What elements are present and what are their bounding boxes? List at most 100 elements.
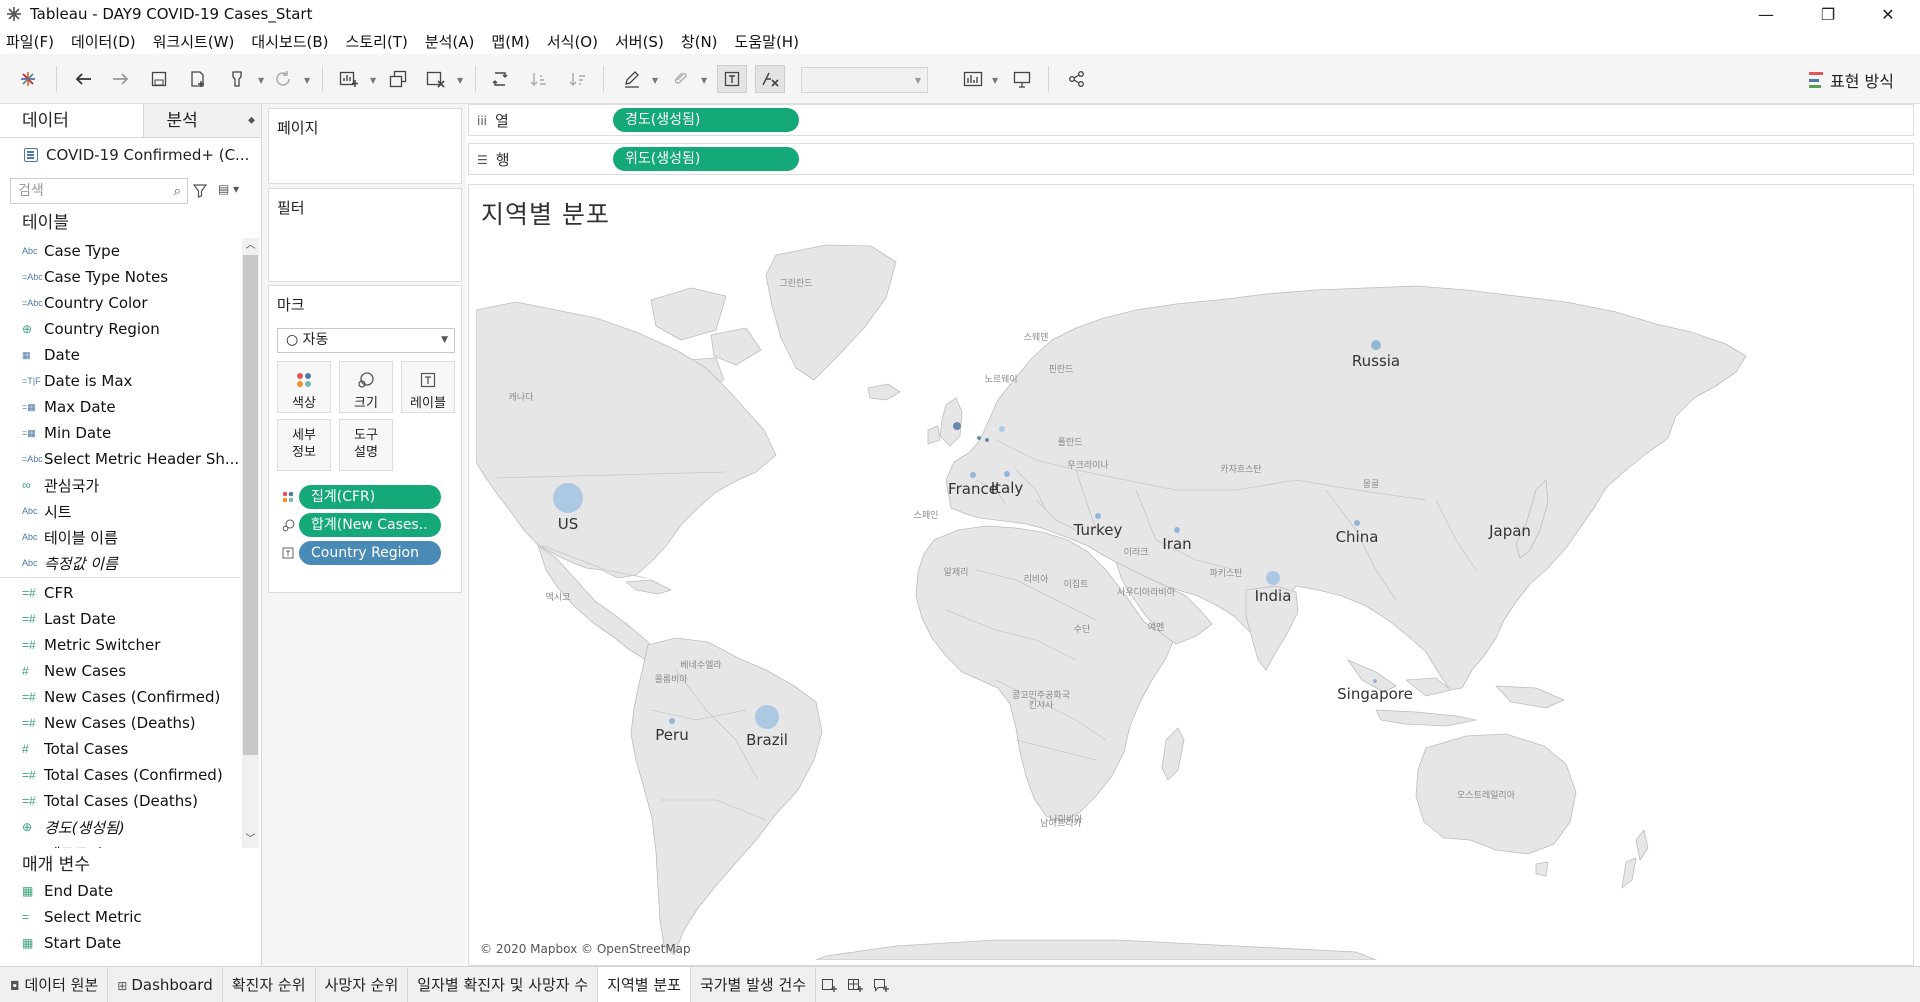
menu-analysis[interactable]: 분석(A) xyxy=(425,31,475,52)
map-mark-turkey[interactable] xyxy=(1095,513,1101,519)
show-me-button[interactable]: 표현 방식 xyxy=(1809,68,1894,92)
parameter-item[interactable]: = Select Metric xyxy=(0,904,240,930)
map-mark-peru[interactable] xyxy=(669,718,675,724)
menu-data[interactable]: 데이터(D) xyxy=(71,31,136,52)
menu-story[interactable]: 스토리(T) xyxy=(346,31,408,52)
measure-item[interactable]: # New Cases xyxy=(0,658,240,684)
dimension-item[interactable]: =Abc Case Type Notes xyxy=(0,264,240,290)
measure-item[interactable]: # Total Cases xyxy=(0,736,240,762)
group-icon[interactable] xyxy=(665,65,695,93)
measure-item[interactable]: =# Last Date xyxy=(0,606,240,632)
map-mark-india[interactable] xyxy=(1266,571,1280,585)
fit-dropdown[interactable]: ▼ xyxy=(801,67,928,93)
presentation-bar-icon[interactable] xyxy=(958,65,988,93)
marks-pill-new-cases[interactable]: 합계(New Cases.. xyxy=(299,513,441,537)
clear-sheet-icon[interactable] xyxy=(421,65,451,93)
map-mark[interactable] xyxy=(953,422,961,430)
map-mark-us[interactable] xyxy=(553,483,583,513)
dimension-item[interactable]: =▦ Max Date xyxy=(0,394,240,420)
tab-confirmed-rank[interactable]: 확진자 순위 xyxy=(223,966,316,1002)
menu-dashboard[interactable]: 대시보드(B) xyxy=(251,31,328,52)
chevron-down-icon[interactable]: ▼ xyxy=(370,76,376,85)
map-mark-iran[interactable] xyxy=(1174,527,1180,533)
tab-data-source[interactable]: ◘ 데이터 원본 xyxy=(0,966,109,1002)
menu-server[interactable]: 서버(S) xyxy=(615,31,664,52)
sort-ascending-icon[interactable] xyxy=(524,65,554,93)
tab-analysis[interactable]: 분석 ⬥ xyxy=(143,104,261,137)
tab-daily-cases[interactable]: 일자별 확진자 및 사망자 수 xyxy=(408,966,599,1002)
show-labels-icon[interactable] xyxy=(717,65,747,93)
rows-pill[interactable]: 위도(생성됨) xyxy=(613,147,799,171)
measure-item[interactable]: =# New Cases (Deaths) xyxy=(0,710,240,736)
save-icon[interactable] xyxy=(144,65,174,93)
chevron-down-icon[interactable]: ▼ xyxy=(992,76,998,85)
detail-button[interactable]: 세부 정보 xyxy=(277,419,331,471)
dimension-item[interactable]: =Abc Select Metric Header Sh... xyxy=(0,446,240,472)
filters-card[interactable]: 필터 xyxy=(268,188,462,282)
marks-pill-country-region[interactable]: Country Region xyxy=(299,541,441,565)
measure-item[interactable]: =# CFR xyxy=(0,580,240,606)
chevron-down-icon[interactable]: ▼ xyxy=(701,76,707,85)
datasource-item[interactable]: COVID-19 Confirmed+ (C... xyxy=(0,138,261,172)
parameter-item[interactable]: ▦ End Date xyxy=(0,878,240,904)
menu-worksheet[interactable]: 워크시트(W) xyxy=(153,31,235,52)
chevron-down-icon[interactable]: ▼ xyxy=(258,76,264,85)
new-story-tab-icon[interactable] xyxy=(868,967,894,1002)
map-mark[interactable] xyxy=(985,438,989,442)
tableau-home-icon[interactable] xyxy=(13,65,43,93)
measure-item[interactable]: =# New Cases (Confirmed) xyxy=(0,684,240,710)
new-worksheet-icon[interactable] xyxy=(334,65,364,93)
dimension-item[interactable]: Abc 시트 xyxy=(0,498,240,524)
share-icon[interactable] xyxy=(1062,65,1092,93)
tab-data[interactable]: 데이터 xyxy=(0,104,143,137)
map-mark[interactable] xyxy=(999,426,1005,432)
marks-pill-cfr[interactable]: 집계(CFR) xyxy=(299,485,441,509)
menu-map[interactable]: 맵(M) xyxy=(491,31,529,52)
dimension-item[interactable]: Abc 측정값 이름 xyxy=(0,550,240,576)
menu-format[interactable]: 서식(O) xyxy=(547,31,598,52)
presentation-mode-icon[interactable] xyxy=(1007,65,1037,93)
menu-window[interactable]: 창(N) xyxy=(681,31,718,52)
chevron-up-icon[interactable]: ︿ xyxy=(242,238,259,254)
new-worksheet-tab-icon[interactable] xyxy=(816,967,842,1002)
dimension-item[interactable]: ∞ 관심국가 xyxy=(0,472,240,498)
size-button[interactable]: 크기 xyxy=(339,361,393,413)
dimension-item[interactable]: Abc Case Type xyxy=(0,238,240,264)
pause-update-icon[interactable] xyxy=(222,65,252,93)
restore-button[interactable]: ❐ xyxy=(1798,0,1858,28)
rows-shelf[interactable]: ☰ 행 위도(생성됨) xyxy=(468,143,1914,175)
map-mark-china[interactable] xyxy=(1354,520,1360,526)
chevron-down-icon[interactable]: ▼ xyxy=(304,76,310,85)
search-input[interactable]: 검색 ⌕ xyxy=(10,178,188,204)
map-mark-france[interactable] xyxy=(970,472,976,478)
measure-item[interactable]: =# Metric Switcher xyxy=(0,632,240,658)
map-mark-italy[interactable] xyxy=(1004,471,1010,477)
mark-type-dropdown[interactable]: ○ 자동 ▼ xyxy=(277,328,455,353)
duplicate-sheet-icon[interactable] xyxy=(383,65,413,93)
measure-item[interactable]: =# Total Cases (Deaths) xyxy=(0,788,240,814)
menu-help[interactable]: 도움말(H) xyxy=(735,31,799,52)
map-mark[interactable] xyxy=(977,436,981,440)
dimension-item[interactable]: ▦ Date xyxy=(0,342,240,368)
columns-shelf[interactable]: iii 열 경도(생성됨) xyxy=(468,104,1914,136)
sort-descending-icon[interactable] xyxy=(563,65,593,93)
tab-deaths-rank[interactable]: 사망자 순위 xyxy=(316,966,409,1002)
measure-item[interactable]: #레코드 수 xyxy=(0,840,240,849)
tab-dashboard[interactable]: ⊞ Dashboard xyxy=(108,966,223,1002)
dimension-item[interactable]: =T|F Date is Max xyxy=(0,368,240,394)
label-button[interactable]: 레이블 xyxy=(401,361,455,413)
measure-item[interactable]: =# Total Cases (Confirmed) xyxy=(0,762,240,788)
refresh-icon[interactable] xyxy=(268,65,298,93)
map-mark-russia[interactable] xyxy=(1371,340,1381,350)
swap-rows-columns-icon[interactable] xyxy=(486,65,516,93)
chevron-down-icon[interactable]: ▼ xyxy=(652,76,658,85)
scrollbar-thumb[interactable] xyxy=(243,255,258,755)
dimension-item[interactable]: Abc 테이블 이름 xyxy=(0,524,240,550)
minimize-button[interactable]: — xyxy=(1736,0,1796,28)
undo-icon[interactable] xyxy=(68,65,98,93)
menu-file[interactable]: 파일(F) xyxy=(6,31,54,52)
map-mark-singapore[interactable] xyxy=(1373,679,1377,683)
new-dashboard-tab-icon[interactable] xyxy=(842,967,868,1002)
map-view[interactable]: Russia France Italy Turkey US Iran China Japan I… xyxy=(476,240,1906,960)
parameter-item[interactable]: ▦ Start Date xyxy=(0,930,240,956)
